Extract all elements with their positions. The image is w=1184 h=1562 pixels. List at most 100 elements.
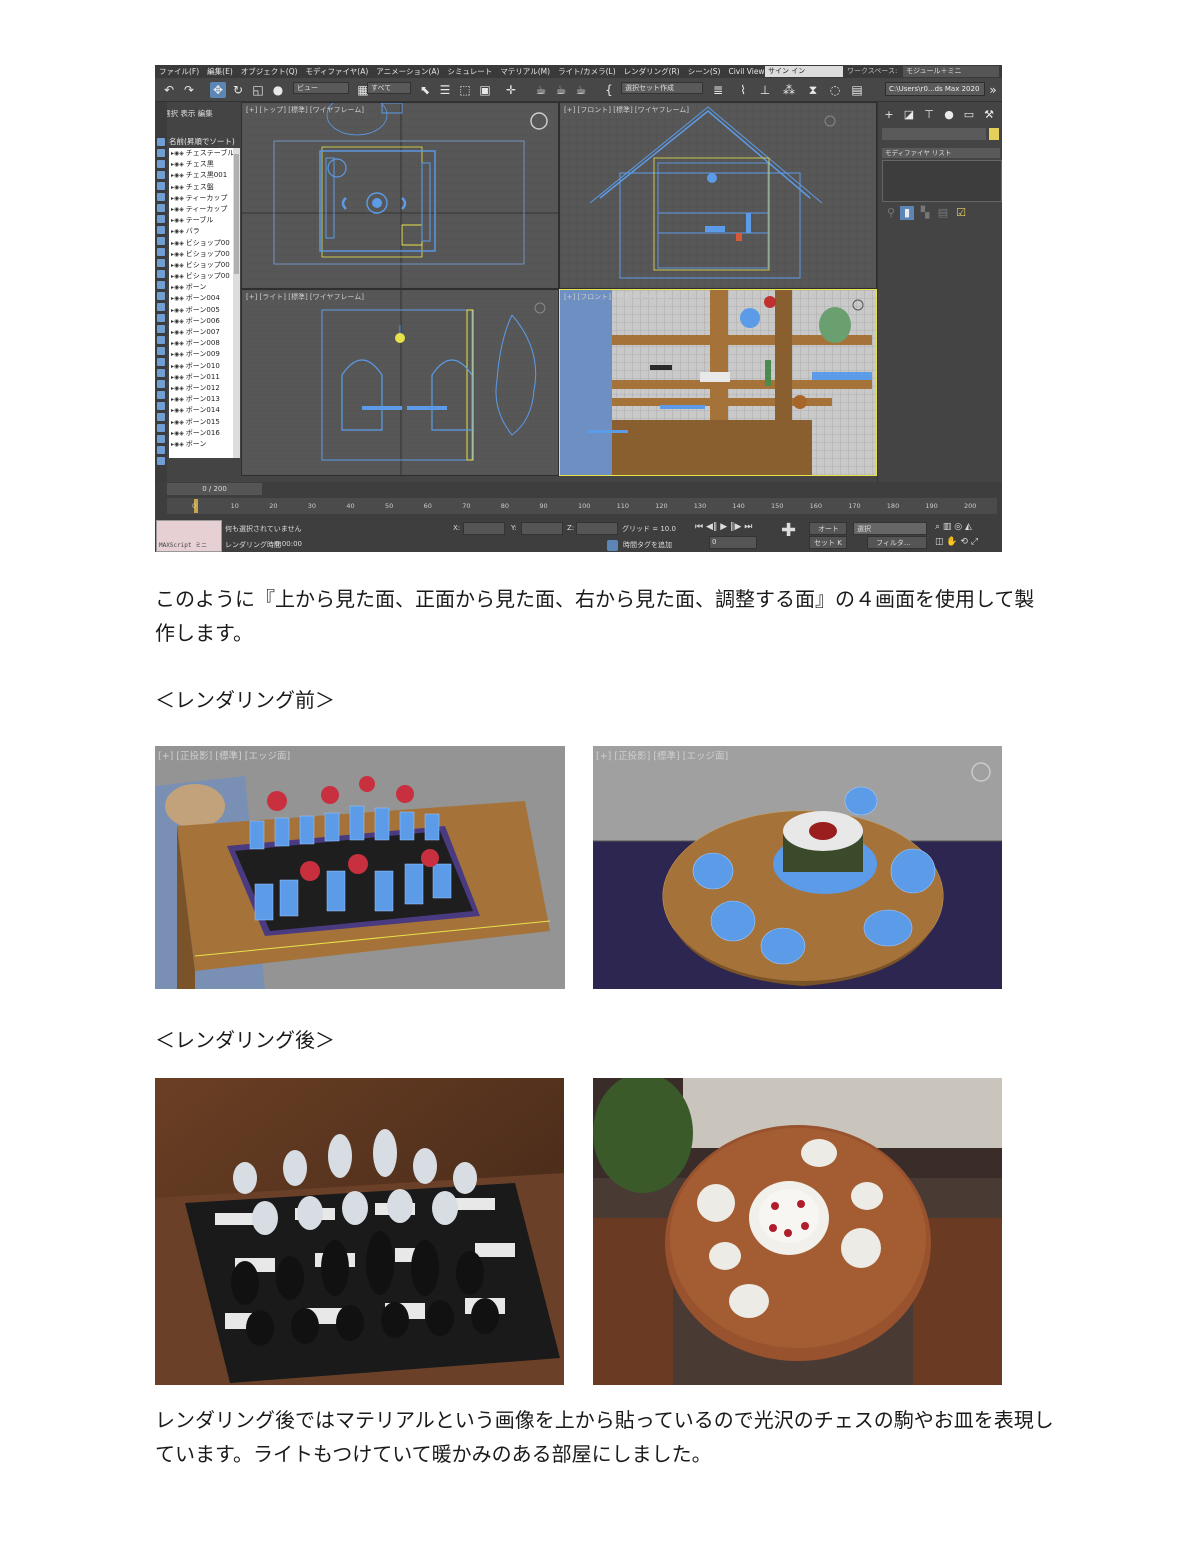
scene-object-row[interactable]: ▸◉◈ ビショップ00 <box>169 260 233 271</box>
modifier-stack[interactable] <box>882 160 1002 202</box>
undo-icon[interactable]: ↶ <box>161 82 177 98</box>
time-tag-icon[interactable] <box>607 540 618 551</box>
scene-object-row[interactable]: ▸◉◈ チェス盤 <box>169 182 233 193</box>
menu-item-0[interactable]: ファイル(F) <box>155 66 203 77</box>
align-icon[interactable]: ⊥ <box>757 82 773 98</box>
object-color-swatch[interactable] <box>989 128 999 140</box>
teapot3-icon[interactable]: ☕ <box>573 82 589 98</box>
scene-object-row[interactable]: ▸◉◈ ボーン007 <box>169 327 233 338</box>
scene-object-row[interactable]: ▸◉◈ ボーン004 <box>169 293 233 304</box>
menu-item-7[interactable]: ライト/カメラ(L) <box>554 66 620 77</box>
viewport-front-label[interactable]: [+] [フロント] [標準] [ワイヤフレーム] <box>564 105 689 115</box>
key-selection-dropdown[interactable]: 選択 <box>853 522 927 535</box>
redo-icon[interactable]: ↷ <box>181 82 197 98</box>
scene-object-row[interactable]: ▸◉◈ ティーカップ <box>169 204 233 215</box>
create-tab-icon[interactable]: + <box>882 108 896 122</box>
scene-object-row[interactable]: ▸◉◈ チェス黒001 <box>169 170 233 181</box>
teapot-icon[interactable]: ☕ <box>533 82 549 98</box>
explorer-filter-icon[interactable] <box>157 182 165 190</box>
visibility-icon[interactable]: ▸◉◈ <box>171 217 186 224</box>
visibility-icon[interactable]: ▸◉◈ <box>171 295 186 302</box>
scene-object-row[interactable]: ▸◉◈ ボーン008 <box>169 338 233 349</box>
sign-in-dropdown[interactable]: サイン イン <box>765 66 843 77</box>
explorer-filter-icon[interactable] <box>157 402 165 410</box>
visibility-icon[interactable]: ▸◉◈ <box>171 307 186 314</box>
current-frame-field[interactable]: 0 <box>709 536 757 549</box>
timeline-track[interactable]: 0 10 20 30 40 50 60 70 80 90 100 110 120 130 140 150 160… <box>167 498 997 514</box>
pin-stack-icon[interactable]: ⚲ <box>884 206 898 220</box>
hierarchy-tab-icon[interactable]: ⊤ <box>922 108 936 122</box>
scene-object-row[interactable]: ▸◉◈ バラ <box>169 226 233 237</box>
visibility-icon[interactable]: ▸◉◈ <box>171 251 186 258</box>
show-end-result-icon[interactable]: ▮ <box>900 206 914 220</box>
scene-object-row[interactable]: ▸◉◈ ボーン010 <box>169 361 233 372</box>
viewport-nav-controls-2[interactable]: ◫ ✋ ⟲ ⤢ <box>935 537 978 547</box>
visibility-icon[interactable]: ▸◉◈ <box>171 172 186 179</box>
key-filters-button[interactable]: フィルタ... <box>867 536 927 549</box>
explorer-filter-icon[interactable] <box>157 248 165 256</box>
visibility-icon[interactable]: ▸◉◈ <box>171 318 186 325</box>
curve-editor-icon[interactable]: ⌇ <box>735 82 751 98</box>
visibility-icon[interactable]: ▸◉◈ <box>171 206 186 213</box>
visibility-icon[interactable]: ▸◉◈ <box>171 284 186 291</box>
window-crossing-icon[interactable]: ▣ <box>477 82 493 98</box>
menu-item-5[interactable]: シミュレート <box>443 66 496 77</box>
visibility-icon[interactable]: ▸◉◈ <box>171 385 186 392</box>
scene-object-row[interactable]: ▸◉◈ ビショップ00 <box>169 271 233 282</box>
explorer-filter-icon[interactable] <box>157 259 165 267</box>
project-path[interactable]: C:\Users\r0...ds Max 2020 <box>885 82 985 96</box>
motion-tab-icon[interactable]: ● <box>942 108 956 122</box>
explorer-filter-icon[interactable] <box>157 369 165 377</box>
explorer-filter-icon[interactable] <box>157 292 165 300</box>
explorer-filter-icon[interactable] <box>157 446 165 454</box>
visibility-icon[interactable]: ▸◉◈ <box>171 407 186 414</box>
y-field[interactable] <box>521 522 563 535</box>
named-selection-icon[interactable]: { <box>601 82 617 98</box>
scene-object-row[interactable]: ▸◉◈ テーブル <box>169 215 233 226</box>
explorer-filter-icon[interactable] <box>157 281 165 289</box>
make-unique-icon[interactable]: ▚ <box>918 206 932 220</box>
render-setup-icon[interactable]: ▤ <box>849 82 865 98</box>
add-time-tag[interactable]: 時間タグを追加 <box>623 540 672 550</box>
explorer-filter-icon[interactable] <box>157 380 165 388</box>
layer-icon[interactable]: ≣ <box>710 82 726 98</box>
set-key-button[interactable]: セット K <box>809 536 847 549</box>
scene-object-row[interactable]: ▸◉◈ ボーン009 <box>169 349 233 360</box>
visibility-icon[interactable]: ▸◉◈ <box>171 240 186 247</box>
teapot2-icon[interactable]: ☕ <box>553 82 569 98</box>
scene-object-row[interactable]: ▸◉◈ ボーン012 <box>169 383 233 394</box>
object-name-field[interactable] <box>882 128 986 140</box>
scene-explorer-tabs[interactable]: 選択 表示 編集 <box>163 108 213 119</box>
configure-sets-icon[interactable]: ☑ <box>954 206 968 220</box>
explorer-filter-icon[interactable] <box>157 336 165 344</box>
more-icon[interactable]: » <box>985 82 1001 98</box>
remove-modifier-icon[interactable]: ▤ <box>936 206 950 220</box>
explorer-filter-icon[interactable] <box>157 171 165 179</box>
viewport-persp-label[interactable]: [+] [フロント] [標準] [エッジ面] <box>564 292 668 302</box>
visibility-icon[interactable]: ▸◉◈ <box>171 441 186 448</box>
scene-explorer-header[interactable]: 名前(昇順でソート) <box>169 136 235 147</box>
explorer-filter-icon[interactable] <box>157 391 165 399</box>
visibility-icon[interactable]: ▸◉◈ <box>171 150 186 157</box>
explorer-filter-icon[interactable] <box>157 424 165 432</box>
visibility-icon[interactable]: ▸◉◈ <box>171 363 186 370</box>
utilities-tab-icon[interactable]: ⚒ <box>982 108 996 122</box>
scene-object-row[interactable]: ▸◉◈ ティーカップ <box>169 193 233 204</box>
menu-item-9[interactable]: シーン(S) <box>684 66 725 77</box>
x-field[interactable] <box>463 522 505 535</box>
z-field[interactable] <box>576 522 618 535</box>
viewport-top[interactable]: [+] [トップ] [標準] [ワイヤフレーム] <box>241 102 559 289</box>
scene-object-row[interactable]: ▸◉◈ ボーン <box>169 282 233 293</box>
scene-object-row[interactable]: ▸◉◈ ボーン011 <box>169 372 233 383</box>
explorer-filter-icon[interactable] <box>157 270 165 278</box>
explorer-filter-icon[interactable] <box>157 358 165 366</box>
snap-icon[interactable]: ✛ <box>503 82 519 98</box>
maxscript-listener[interactable]: MAXScript ミニ <box>156 520 222 552</box>
explorer-filter-icon[interactable] <box>157 160 165 168</box>
explorer-filter-icon[interactable] <box>157 435 165 443</box>
menu-item-3[interactable]: モディファイヤ(A) <box>302 66 373 77</box>
visibility-icon[interactable]: ▸◉◈ <box>171 262 186 269</box>
explorer-filter-icon[interactable] <box>157 347 165 355</box>
menu-item-10[interactable]: Civil View <box>724 67 768 76</box>
viewport-left[interactable]: [+] [ライト] [標準] [ワイヤフレーム] <box>241 289 559 476</box>
